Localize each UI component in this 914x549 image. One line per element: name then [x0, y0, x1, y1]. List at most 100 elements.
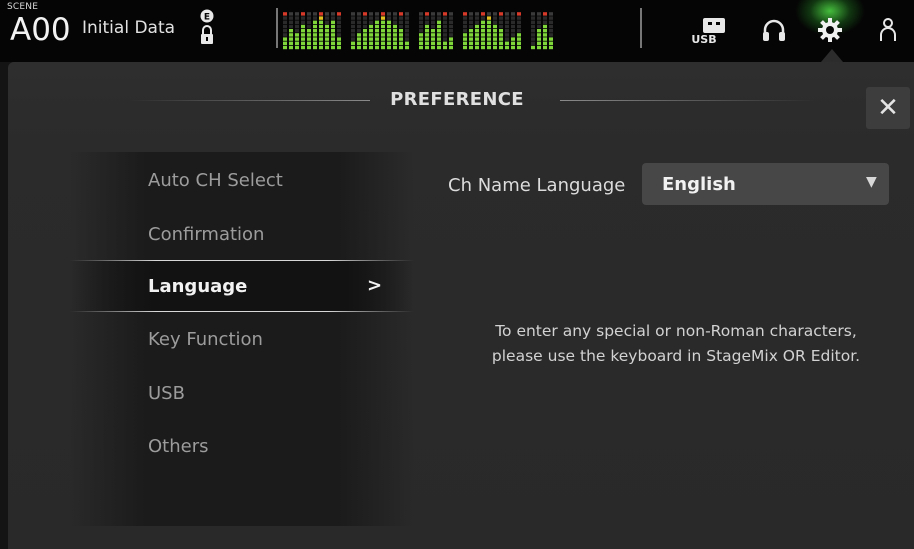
meter-segment — [283, 29, 287, 33]
meter-segment — [543, 24, 547, 29]
meter-segment — [481, 29, 485, 33]
meter-segment — [425, 37, 429, 41]
meter-segment — [319, 24, 323, 29]
scene-name[interactable]: Initial Data — [82, 18, 175, 38]
e-lock-icon[interactable]: E — [198, 7, 216, 51]
menu-item-confirmation[interactable]: Confirmation — [148, 224, 264, 245]
meter-segment — [517, 37, 521, 41]
menu-item-auto-ch-select[interactable]: Auto CH Select — [148, 170, 283, 191]
meter-segment — [549, 45, 553, 50]
menu-item-arrow: > — [367, 275, 383, 296]
meter-segment — [399, 33, 403, 37]
meter-segment — [363, 12, 367, 16]
menu-item-others[interactable]: Others — [148, 436, 209, 457]
meter-segment — [283, 45, 287, 50]
meter-segment — [301, 37, 305, 41]
meter-segment — [499, 29, 503, 33]
menu-item-usb[interactable]: USB — [148, 383, 185, 404]
meter-segment — [449, 16, 453, 20]
meter-segment — [499, 24, 503, 29]
meter-segment — [487, 20, 491, 24]
meter-segment — [351, 29, 355, 33]
meter-segment — [431, 37, 435, 41]
meter-segment — [319, 45, 323, 50]
ch-name-language-dropdown[interactable]: English ▼ — [642, 163, 889, 205]
menu-item-key-function[interactable]: Key Function — [148, 329, 263, 350]
meter-segment — [505, 37, 509, 41]
meter-segment — [387, 12, 391, 16]
meter-segment — [499, 12, 503, 16]
meter-segment — [307, 12, 311, 16]
meter-segment — [301, 12, 305, 16]
meter-segment — [357, 33, 361, 37]
meter-segment — [481, 16, 485, 20]
meter-segment — [437, 45, 441, 50]
usb-icon[interactable]: USB — [690, 12, 730, 48]
meter-segment — [419, 41, 423, 45]
meter-segment — [505, 24, 509, 29]
meter-segment — [425, 24, 429, 29]
meter-segment — [375, 24, 379, 29]
meter-segment — [375, 41, 379, 45]
gear-pointer — [821, 49, 843, 62]
meter-segment — [399, 37, 403, 41]
meter-segment — [381, 24, 385, 29]
meter-segment — [543, 20, 547, 24]
meter-segment — [463, 24, 467, 29]
meter-segment — [493, 20, 497, 24]
meter-segment — [475, 24, 479, 29]
meter-segment — [487, 29, 491, 33]
meter-segment — [331, 37, 335, 41]
meter-segment — [381, 33, 385, 37]
meter-segment — [351, 24, 355, 29]
meter-segment — [543, 12, 547, 16]
meter-segment — [443, 41, 447, 45]
gear-icon[interactable] — [813, 12, 847, 48]
meter-segment — [381, 41, 385, 45]
meter-segment — [511, 29, 515, 33]
meter-segment — [405, 16, 409, 20]
meter-segment — [283, 41, 287, 45]
meter-segment — [549, 29, 553, 33]
meter-segment — [357, 20, 361, 24]
meter-segment — [431, 33, 435, 37]
meter-segment — [517, 29, 521, 33]
meter-segment — [437, 16, 441, 20]
dropdown-arrow-icon: ▼ — [866, 174, 877, 190]
meter-segment — [351, 12, 355, 16]
meter-segment — [537, 45, 541, 50]
meter-segment — [331, 12, 335, 16]
headphones-icon[interactable] — [757, 12, 791, 48]
meter-segment — [517, 20, 521, 24]
meter-segment — [437, 12, 441, 16]
meter-segment — [493, 16, 497, 20]
meter-segment — [405, 37, 409, 41]
meter-segment — [505, 33, 509, 37]
meter-segment — [313, 29, 317, 33]
meter-segment — [387, 41, 391, 45]
meter-segment — [493, 24, 497, 29]
meter-segment — [511, 41, 515, 45]
active-line-top — [70, 260, 414, 261]
meter-segment — [363, 16, 367, 20]
meter-segment — [493, 33, 497, 37]
meter-segment — [319, 33, 323, 37]
meter-segment — [357, 16, 361, 20]
meter-segment — [481, 12, 485, 16]
meter-segment — [369, 20, 373, 24]
user-icon[interactable] — [873, 12, 903, 48]
level-meters[interactable] — [283, 10, 633, 50]
meter-segment — [469, 20, 473, 24]
meter-segment — [499, 33, 503, 37]
meter-segment — [493, 12, 497, 16]
meter-segment — [301, 29, 305, 33]
meter-segment — [357, 12, 361, 16]
meter-segment — [357, 29, 361, 33]
meter-segment — [387, 37, 391, 41]
meter-segment — [543, 33, 547, 37]
meter-segment — [493, 41, 497, 45]
meter-segment — [387, 29, 391, 33]
scene-number[interactable]: A00 — [10, 13, 71, 47]
close-button[interactable]: ✕ — [866, 87, 910, 129]
meter-segment — [431, 24, 435, 29]
